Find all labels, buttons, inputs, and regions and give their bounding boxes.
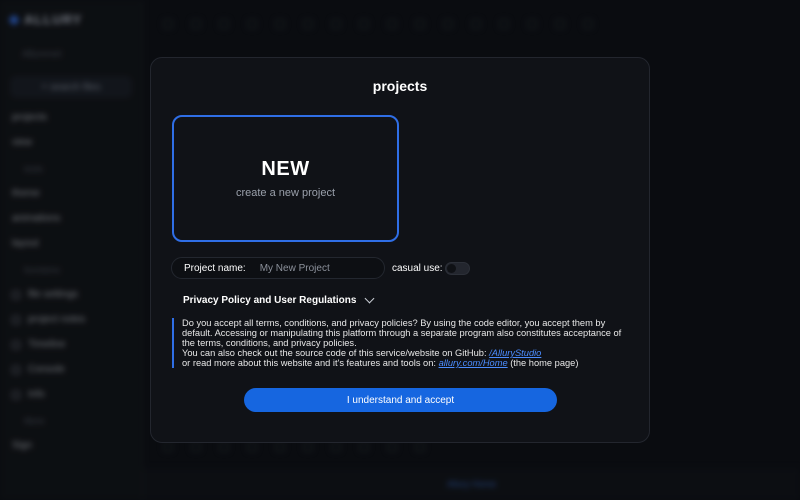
new-project-title: NEW xyxy=(261,158,310,180)
casual-use-label: casual use: xyxy=(392,263,443,274)
new-project-card[interactable]: NEW create a new project xyxy=(172,115,399,242)
chevron-down-icon xyxy=(364,293,375,304)
privacy-policy-toggle[interactable]: Privacy Policy and User Regulations xyxy=(183,293,375,306)
home-link[interactable]: allury.com/Home xyxy=(439,358,508,368)
project-name-field: Project name: xyxy=(171,257,385,279)
github-prefix: You can also check out the source code o… xyxy=(182,348,490,358)
dialog-title: projects xyxy=(372,78,428,94)
accept-button[interactable]: I understand and accept xyxy=(244,388,557,412)
github-link[interactable]: /AlluryStudio xyxy=(489,348,541,358)
toggle-knob xyxy=(447,264,456,273)
home-suffix: (the home page) xyxy=(507,358,579,368)
github-line: You can also check out the source code o… xyxy=(182,348,630,358)
privacy-policy-title: Privacy Policy and User Regulations xyxy=(183,295,357,306)
new-project-subtitle: create a new project xyxy=(235,187,336,199)
projects-dialog: projects NEW create a new project Projec… xyxy=(150,57,650,443)
privacy-paragraph: Do you accept all terms, conditions, and… xyxy=(182,318,622,348)
project-name-input[interactable] xyxy=(259,260,380,276)
project-name-label: Project name: xyxy=(184,262,246,274)
home-line: or read more about this website and it's… xyxy=(182,358,630,368)
privacy-policy-text: Do you accept all terms, conditions, and… xyxy=(172,318,630,368)
home-prefix: or read more about this website and it's… xyxy=(182,358,439,368)
casual-use-toggle[interactable] xyxy=(445,262,470,275)
